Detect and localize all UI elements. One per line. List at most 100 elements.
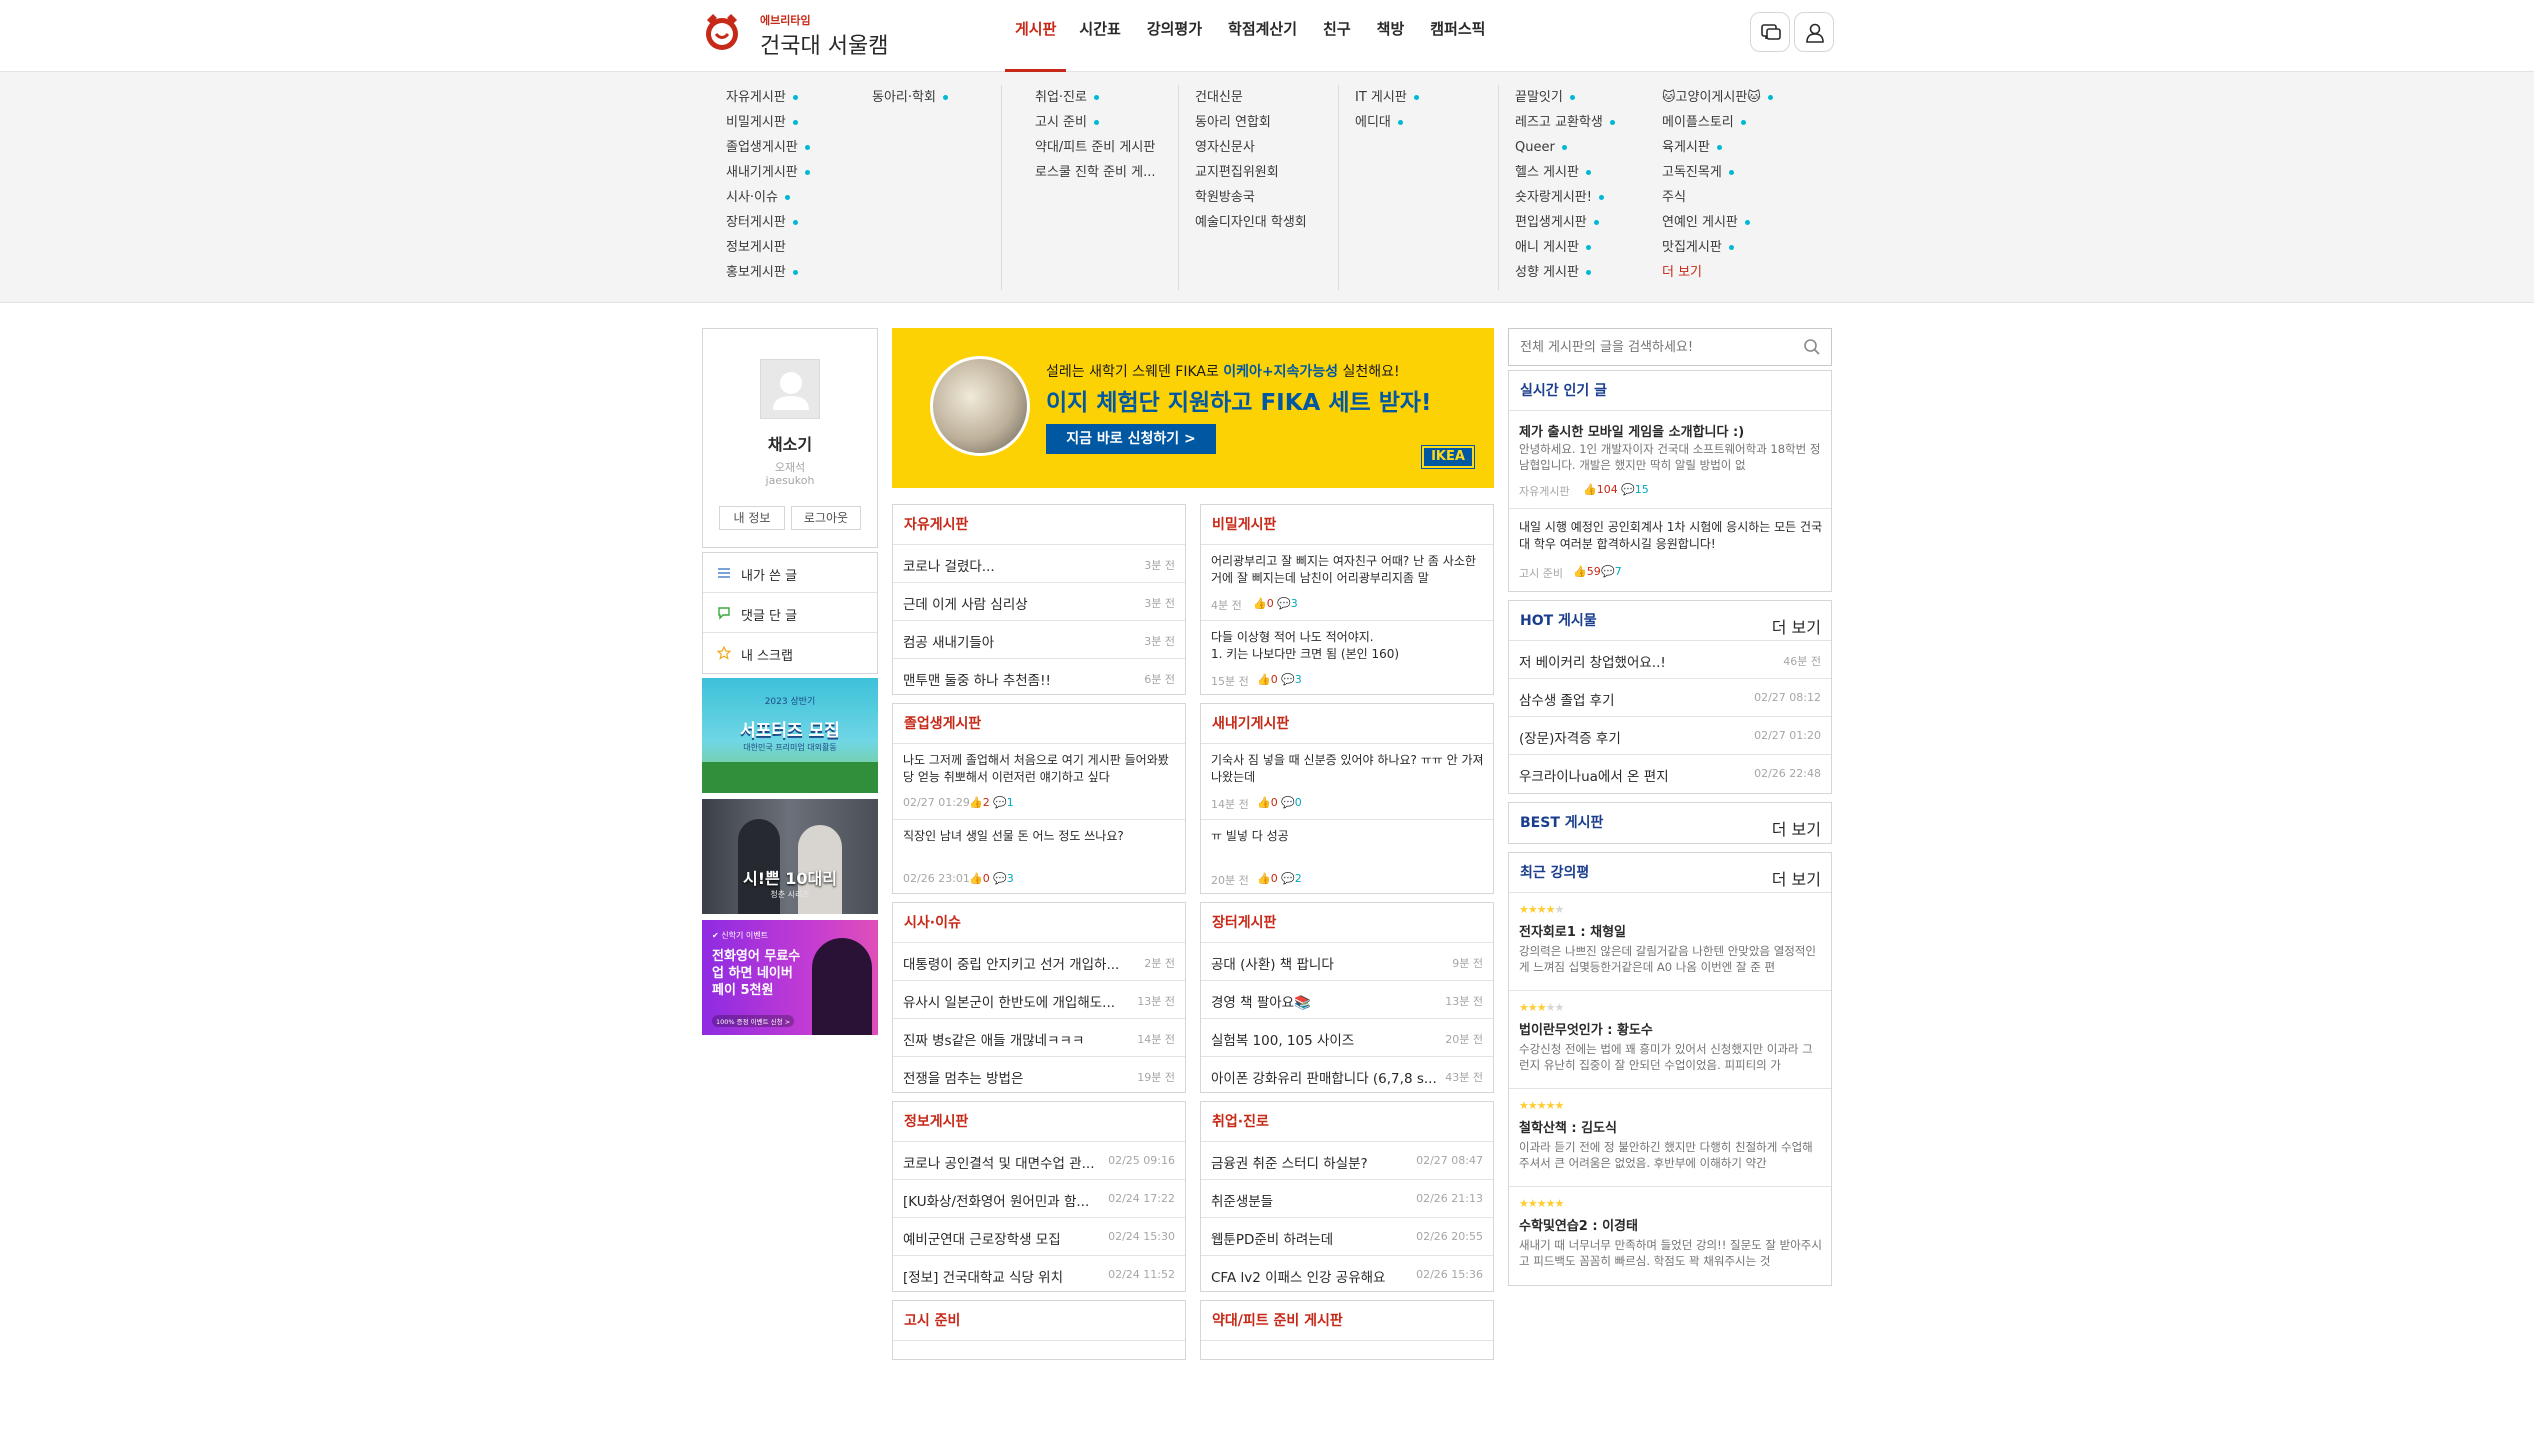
ikea-banner[interactable]: 설레는 새학기 스웨덴 FIKA로 이케아+지속가능성 실천해요! 이지 체험단… <box>892 328 1494 488</box>
nav-friends[interactable]: 친구 <box>1310 0 1364 72</box>
logout-button[interactable]: 로그아웃 <box>791 506 861 530</box>
popular-post[interactable]: 제가 출시한 모바일 게임을 소개합니다 :) 안녕하세요. 1인 개발자이자 … <box>1509 411 1831 509</box>
menu-item[interactable]: 약대/피트 준비 게시판 <box>1035 135 1178 160</box>
menu-item[interactable]: 연예인 게시판 <box>1662 210 1812 235</box>
post-preview[interactable]: 나도 그저께 졸업해서 처음으로 여기 게시판 들어와봤당 얻능 취뽀해서 이런… <box>893 744 1185 820</box>
menu-item[interactable]: 예술디자인대 학생회 <box>1195 210 1338 235</box>
post-row[interactable]: 컴공 새내기들아 3분 전 <box>893 621 1185 659</box>
menu-item[interactable]: 영자신문사 <box>1195 135 1338 160</box>
menu-more-link[interactable]: 더 보기 <box>1662 260 1812 285</box>
post-row[interactable]: 맨투맨 둘중 하나 추천좀!! 6분 전 <box>893 659 1185 697</box>
post-row[interactable]: 경영 책 팔아요📚 13분 전 <box>1201 981 1493 1019</box>
nav-bookstore[interactable]: 책방 <box>1364 0 1418 72</box>
my-posts-link[interactable]: 내가 쓴 글 <box>703 553 877 593</box>
menu-item[interactable]: 주식 <box>1662 185 1812 210</box>
hot-more-link[interactable]: 더 보기 <box>1772 614 1821 638</box>
menu-item[interactable]: 끝말잇기 <box>1515 85 1660 110</box>
post-row[interactable]: 대통령이 중립 안지키고 선거 개입하... 2분 전 <box>893 943 1185 981</box>
menu-item[interactable]: 장터게시판 <box>726 210 866 235</box>
menu-item[interactable]: Queer <box>1515 135 1660 160</box>
board-title[interactable]: 약대/피트 준비 게시판 <box>1201 1301 1493 1341</box>
menu-item[interactable]: 비밀게시판 <box>726 110 866 135</box>
menu-item[interactable]: 홍보게시판 <box>726 260 866 285</box>
post-row[interactable]: 아이폰 강화유리 판매합니다 (6,7,8 s... 43분 전 <box>1201 1057 1493 1095</box>
post-row[interactable]: 근데 이게 사람 심리상 3분 전 <box>893 583 1185 621</box>
menu-item[interactable]: 취업·진로 <box>1035 85 1178 110</box>
menu-item[interactable]: 메이플스토리 <box>1662 110 1812 135</box>
post-preview[interactable]: 다들 이상형 적어 나도 적어야지. 1. 키는 나보다만 크면 됨 (본인 1… <box>1201 621 1493 695</box>
board-title[interactable]: 새내기게시판 <box>1201 704 1493 744</box>
post-row[interactable]: 실험복 100, 105 사이즈 20분 전 <box>1201 1019 1493 1057</box>
menu-item[interactable]: 동아리 연합회 <box>1195 110 1338 135</box>
menu-item[interactable]: 성향 게시판 <box>1515 260 1660 285</box>
ad-supporters[interactable]: 2023 상반기 서포터즈 모집 대한민국 프리미엄 대외활동 <box>702 678 878 793</box>
board-title[interactable]: 시사·이슈 <box>893 903 1185 943</box>
hot-post-row[interactable]: 삼수생 졸업 후기 02/27 08:12 <box>1509 679 1831 717</box>
menu-item[interactable]: 에디대 <box>1355 110 1498 135</box>
hot-post-row[interactable]: (장문)자격증 후기 02/27 01:20 <box>1509 717 1831 755</box>
menu-item[interactable]: 새내기게시판 <box>726 160 866 185</box>
menu-item[interactable]: 정보게시판 <box>726 235 866 260</box>
nav-lecture-review[interactable]: 강의평가 <box>1134 0 1215 72</box>
nav-board[interactable]: 게시판 <box>1005 0 1067 72</box>
menu-item[interactable]: 헬스 게시판 <box>1515 160 1660 185</box>
nav-campuspick[interactable]: 캠퍼스픽 <box>1417 0 1498 72</box>
menu-item[interactable]: 로스쿨 진학 준비 게... <box>1035 160 1178 185</box>
message-button[interactable] <box>1750 12 1790 52</box>
post-row[interactable]: 예비군연대 근로장학생 모집 02/24 15:30 <box>893 1218 1185 1256</box>
menu-item[interactable]: IT 게시판 <box>1355 85 1498 110</box>
menu-item[interactable]: 시사·이슈 <box>726 185 866 210</box>
board-title[interactable]: 고시 준비 <box>893 1301 1185 1341</box>
my-scraps-link[interactable]: 내 스크랩 <box>703 633 877 673</box>
post-row[interactable]: 웹툰PD준비 하려는데 02/26 20:55 <box>1201 1218 1493 1256</box>
board-title[interactable]: 자유게시판 <box>893 505 1185 545</box>
menu-item[interactable]: 🐱고양이게시판🐱 <box>1662 85 1812 110</box>
post-preview[interactable]: ㅠ 빌넣 다 성공 20분 전 👍0 💬2 <box>1201 820 1493 894</box>
post-row[interactable]: 공대 (사환) 책 팝니다 9분 전 <box>1201 943 1493 981</box>
post-preview[interactable]: 어리광부리고 잘 삐지는 여자친구 어때? 난 좀 사소한거에 잘 삐지는데 남… <box>1201 545 1493 621</box>
search-input[interactable] <box>1509 329 1789 365</box>
menu-item[interactable]: 자유게시판 <box>726 85 866 110</box>
menu-item[interactable]: 고시 준비 <box>1035 110 1178 135</box>
menu-item[interactable]: 고독진목게 <box>1662 160 1812 185</box>
hot-post-row[interactable]: 저 베이커리 창업했어요..! 46분 전 <box>1509 641 1831 679</box>
menu-item[interactable]: 편입생게시판 <box>1515 210 1660 235</box>
menu-item[interactable]: 졸업생게시판 <box>726 135 866 160</box>
review-item[interactable]: ★★★★★ 법이란무엇인가 : 황도수 수강신청 전에는 법에 꽤 흥미가 있어… <box>1509 991 1831 1089</box>
menu-item[interactable]: 교지편집위원회 <box>1195 160 1338 185</box>
ad-phone-english[interactable]: ✔ 신학기 이벤트 전화영어 무료수업 하면 네이버페이 5천원 100% 증정… <box>702 920 878 1035</box>
best-more-link[interactable]: 더 보기 <box>1772 816 1821 840</box>
menu-item[interactable]: 학원방송국 <box>1195 185 1338 210</box>
review-item[interactable]: ★★★★★ 철학산책 : 김도식 이과라 듣기 전에 정 불안하긴 했지만 다행… <box>1509 1089 1831 1187</box>
board-title[interactable]: 비밀게시판 <box>1201 505 1493 545</box>
menu-item[interactable]: 숏자랑게시판! <box>1515 185 1660 210</box>
menu-item[interactable]: 육게시판 <box>1662 135 1812 160</box>
nav-gpa-calculator[interactable]: 학점계산기 <box>1215 0 1310 72</box>
menu-item[interactable]: 동아리·학회 <box>872 85 1002 110</box>
post-row[interactable]: 전쟁을 멈추는 방법은 19분 전 <box>893 1057 1185 1095</box>
post-row[interactable]: CFA lv2 이패스 인강 공유해요 02/26 15:36 <box>1201 1256 1493 1294</box>
reviews-more-link[interactable]: 더 보기 <box>1772 866 1821 890</box>
post-preview[interactable]: 기숙사 짐 넣을 때 신분증 있어야 하나요? ㅠㅠ 안 가져 나왔는데 14분… <box>1201 744 1493 820</box>
nav-timetable[interactable]: 시간표 <box>1066 0 1133 72</box>
search-icon[interactable] <box>1803 338 1821 356</box>
post-row[interactable]: 코로나 걸렸다... 3분 전 <box>893 545 1185 583</box>
post-row[interactable]: 유사시 일본군이 한반도에 개입해도... 13분 전 <box>893 981 1185 1019</box>
post-row[interactable]: [정보] 건국대학교 식당 위치 02/24 11:52 <box>893 1256 1185 1294</box>
menu-item[interactable]: 건대신문 <box>1195 85 1338 110</box>
hot-post-row[interactable]: 우크라이나ua에서 온 편지 02/26 22:48 <box>1509 755 1831 793</box>
post-row[interactable]: 코로나 공인결석 및 대면수업 관... 02/25 09:16 <box>893 1142 1185 1180</box>
review-item[interactable]: ★★★★★ 수학및연습2 : 이경태 새내기 때 너무너무 만족하며 들었던 강… <box>1509 1187 1831 1285</box>
banner-cta-button[interactable]: 지금 바로 신청하기 > <box>1046 424 1216 454</box>
review-item[interactable]: ★★★★★ 전자회로1 : 채형일 강의력은 나쁘진 않은데 갈림거같음 나한텐… <box>1509 893 1831 991</box>
popular-post[interactable]: 내일 시행 예정인 공인회계사 1차 시험에 응시하는 모든 건국대 학우 여러… <box>1509 509 1831 591</box>
post-row[interactable]: 취준생분들 02/26 21:13 <box>1201 1180 1493 1218</box>
menu-item[interactable]: 맛집게시판 <box>1662 235 1812 260</box>
brand-logo[interactable]: 에브리타임 건국대 서울캠 <box>702 10 902 60</box>
board-title[interactable]: 장터게시판 <box>1201 903 1493 943</box>
my-account-button[interactable] <box>1794 12 1834 52</box>
ad-drama[interactable]: 시!쁜 10대리 청춘 시리즈 <box>702 799 878 914</box>
my-info-button[interactable]: 내 정보 <box>719 506 785 530</box>
board-title[interactable]: 정보게시판 <box>893 1102 1185 1142</box>
board-title[interactable]: 졸업생게시판 <box>893 704 1185 744</box>
